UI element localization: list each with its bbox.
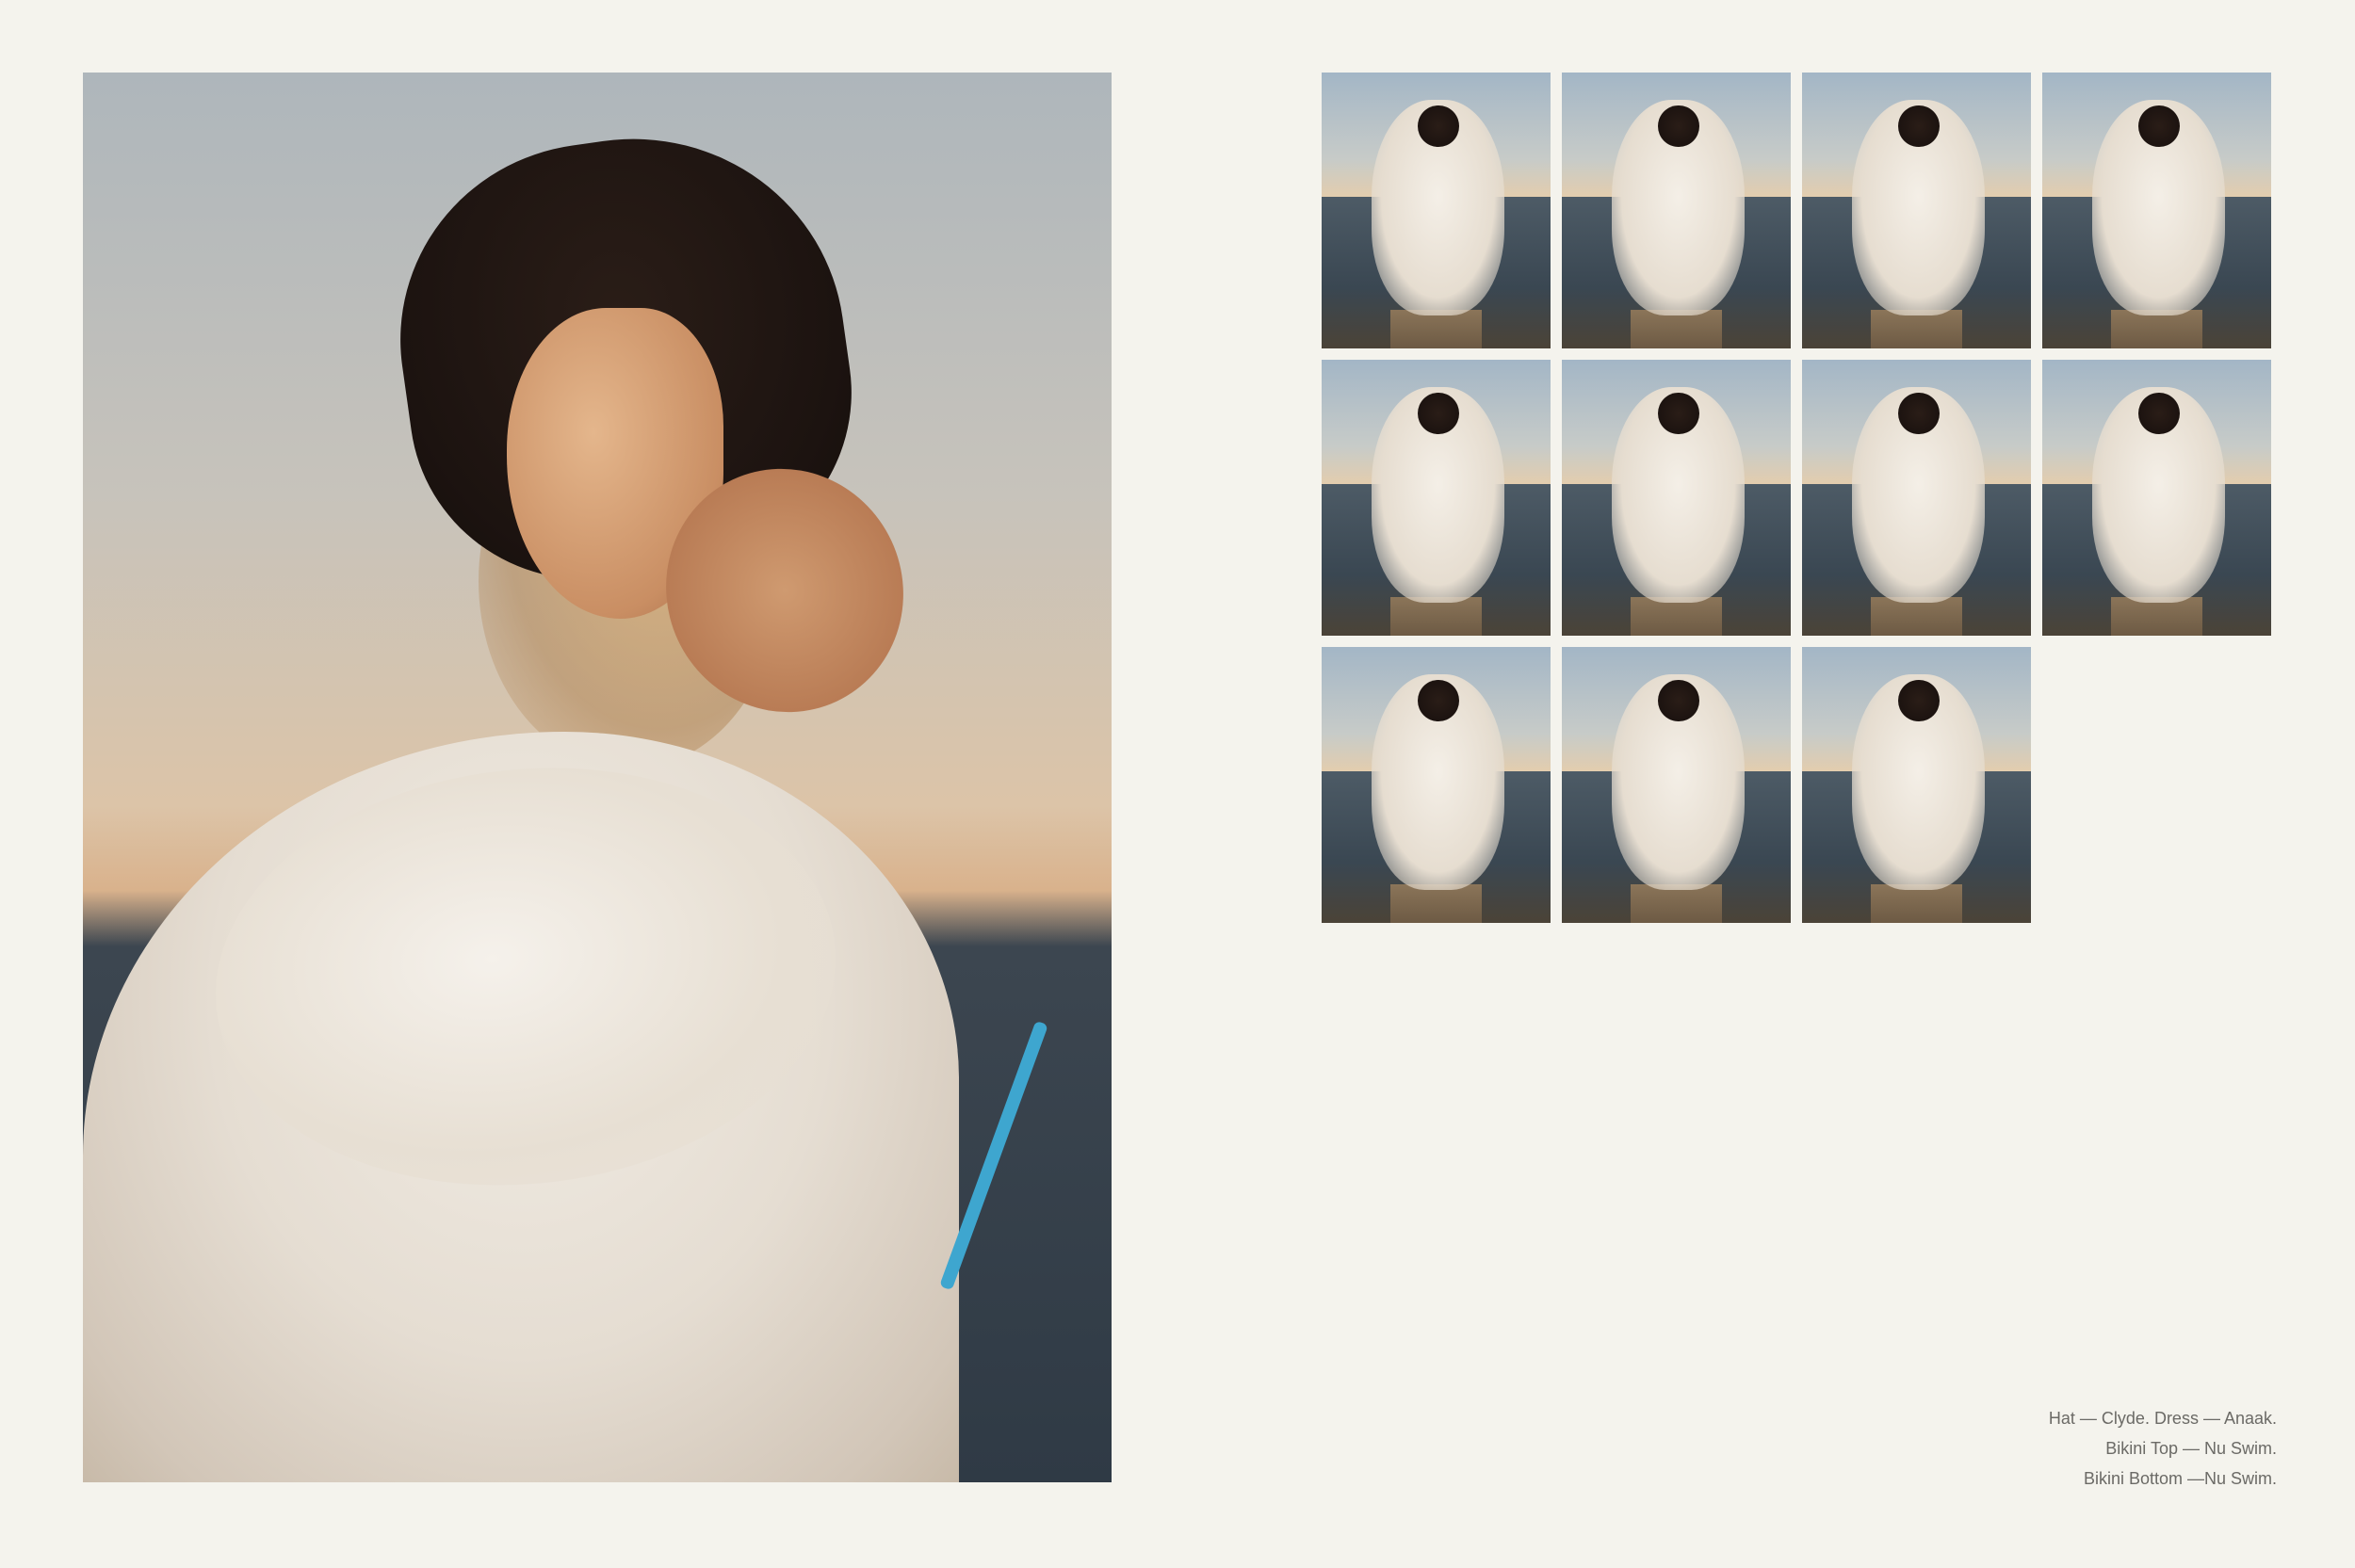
thumb-1 [1322,73,1551,348]
thumb-10 [1562,647,1791,923]
thumb-10-dock [1630,883,1723,923]
hero-photo [83,73,1112,1482]
thumb-5 [1322,360,1551,636]
thumb-7-dock [1870,596,1963,636]
thumb-10-head [1658,680,1699,722]
thumb-8-dock [2110,596,2203,636]
caption-line-3: Bikini Bottom —Nu Swim. [2083,1469,2277,1488]
thumb-4 [2042,73,2271,348]
thumb-11 [1802,647,2031,923]
thumb-6-dock [1630,596,1723,636]
thumb-8 [2042,360,2271,636]
thumb-7 [1802,360,2031,636]
thumb-11-dock [1870,883,1963,923]
thumb-4-dock [2110,309,2203,348]
thumb-9-head [1418,680,1459,722]
thumb-5-dock [1389,596,1483,636]
thumb-3-head [1898,105,1940,148]
thumb-2-dock [1630,309,1723,348]
thumb-9 [1322,647,1551,923]
thumb-3 [1802,73,2031,348]
thumb-2-head [1658,105,1699,148]
thumb-8-head [2138,393,2180,435]
thumb-3-dock [1870,309,1963,348]
thumb-2 [1562,73,1791,348]
thumb-1-head [1418,105,1459,148]
credits-caption: Hat — Clyde. Dress — Anaak. Bikini Top —… [2049,1403,2277,1494]
caption-line-2: Bikini Top — Nu Swim. [2105,1439,2277,1458]
thumb-5-head [1418,393,1459,435]
thumb-1-dock [1389,309,1483,348]
thumb-6 [1562,360,1791,636]
caption-line-1: Hat — Clyde. Dress — Anaak. [2048,1409,2277,1428]
thumb-9-dock [1389,883,1483,923]
thumb-11-head [1898,680,1940,722]
thumb-4-head [2138,105,2180,148]
thumb-6-head [1658,393,1699,435]
thumb-7-head [1898,393,1940,435]
